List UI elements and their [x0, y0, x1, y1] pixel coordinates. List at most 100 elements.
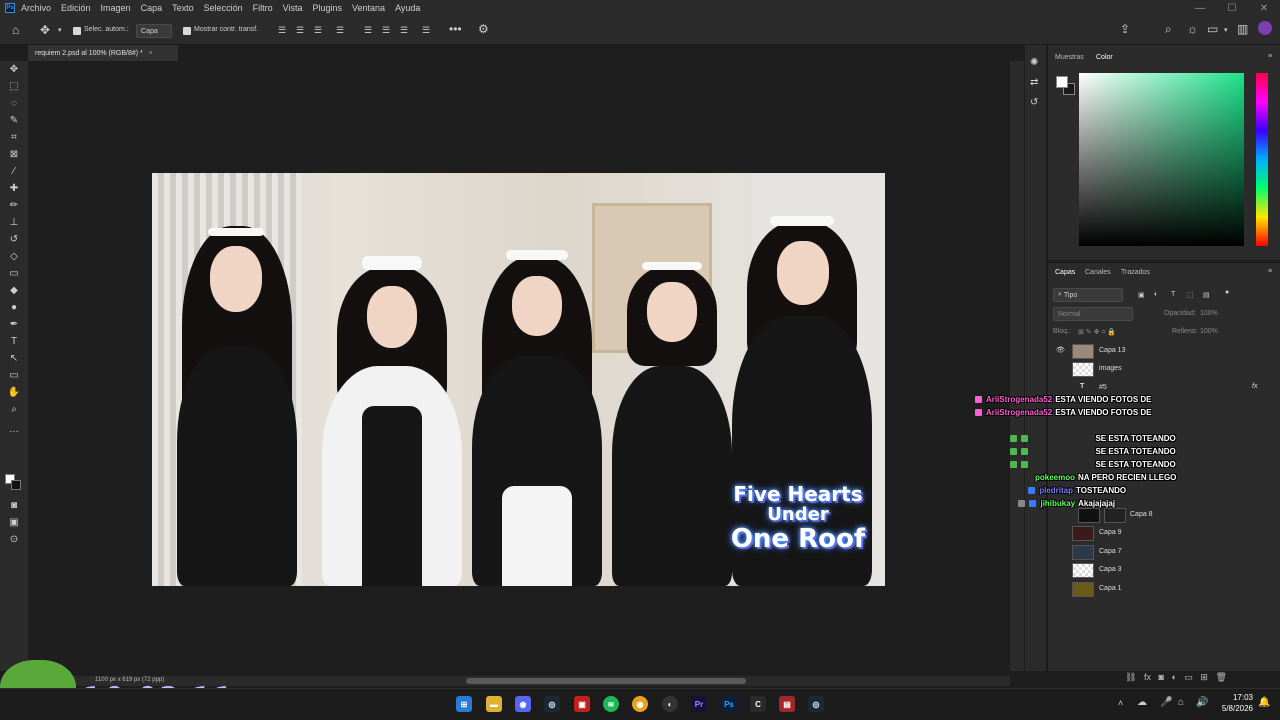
align-middle-icon[interactable]: ☰: [382, 25, 390, 36]
path-select-tool-icon[interactable]: ↖: [6, 352, 22, 366]
menu-plugins[interactable]: Plugins: [313, 3, 343, 13]
chevron-down-icon[interactable]: ▾: [58, 26, 62, 34]
blend-mode-dropdown[interactable]: Normal: [1053, 307, 1133, 321]
history-brush-tool-icon[interactable]: ↺: [6, 233, 22, 247]
menu-texto[interactable]: Texto: [172, 3, 194, 13]
dodge-tool-icon[interactable]: ●: [6, 301, 22, 315]
menu-seleccion[interactable]: Selección: [204, 3, 243, 13]
quick-mask-icon[interactable]: ◙: [6, 499, 22, 513]
system-clock[interactable]: 17:03 5/8/2026: [1215, 692, 1253, 714]
panel-menu-icon[interactable]: ≡: [1268, 53, 1272, 60]
panel-menu-icon[interactable]: ≡: [1268, 268, 1272, 275]
network-icon[interactable]: ⌂: [1178, 697, 1184, 708]
chevron-up-icon[interactable]: ˄: [1118, 698, 1123, 708]
adjust-icon[interactable]: ✺: [1030, 57, 1038, 68]
background-color-swatch[interactable]: [11, 480, 21, 490]
hue-slider[interactable]: [1256, 73, 1268, 246]
eyedropper-tool-icon[interactable]: ⁄: [6, 165, 22, 179]
search-icon[interactable]: ⌕: [1165, 22, 1172, 37]
filter-toggle-icon[interactable]: ●: [1225, 289, 1229, 296]
foreground-color-swatch[interactable]: [1056, 76, 1068, 88]
layout-icon[interactable]: ▥: [1237, 22, 1248, 36]
home-icon[interactable]: ⌂: [12, 23, 19, 37]
notification-icon[interactable]: 🔔: [1258, 697, 1270, 708]
type-tool-icon[interactable]: T: [6, 335, 22, 349]
properties-icon[interactable]: ⇄: [1030, 77, 1038, 88]
shape-tool-icon[interactable]: ▭: [6, 369, 22, 383]
volume-icon[interactable]: 🔊: [1196, 697, 1208, 708]
layer-row[interactable]: Capa 9: [1048, 525, 1268, 543]
layer-row[interactable]: Capa 1: [1048, 581, 1268, 599]
trash-icon[interactable]: 🗑: [1215, 672, 1226, 682]
microphone-icon[interactable]: 🎤: [1160, 697, 1172, 708]
healing-tool-icon[interactable]: ✚: [6, 182, 22, 196]
filter-pixel-icon[interactable]: ▣: [1138, 291, 1145, 299]
menu-ayuda[interactable]: Ayuda: [395, 3, 420, 13]
color-picker-field[interactable]: [1079, 73, 1244, 246]
layer-row[interactable]: Capa 3: [1048, 562, 1268, 580]
menu-edicion[interactable]: Edición: [61, 3, 91, 13]
auto-select-dropdown[interactable]: Capa: [136, 24, 172, 38]
steam-icon[interactable]: ◎: [544, 696, 560, 712]
menu-imagen[interactable]: Imagen: [101, 3, 131, 13]
menu-ventana[interactable]: Ventana: [352, 3, 385, 13]
steam-icon[interactable]: ◎: [808, 696, 824, 712]
horizontal-scroll-thumb[interactable]: [466, 678, 746, 684]
more-tools-icon[interactable]: …: [6, 423, 22, 437]
app-box-icon[interactable]: ▤: [779, 696, 795, 712]
filter-adjust-icon[interactable]: ◐: [1154, 291, 1158, 298]
app-tray-icon[interactable]: ☁: [1137, 697, 1147, 708]
zoom-tool-icon[interactable]: ⌕: [6, 403, 22, 417]
stamp-tool-icon[interactable]: ⊥: [6, 216, 22, 230]
fx-icon[interactable]: fx: [1144, 672, 1151, 682]
tab-muestras[interactable]: Muestras: [1055, 54, 1084, 61]
distribute-icon[interactable]: ☰: [336, 25, 344, 36]
group-icon[interactable]: ▭: [1184, 672, 1193, 682]
gear-icon[interactable]: ⚙: [478, 22, 489, 36]
obs-icon[interactable]: ◐: [662, 696, 678, 712]
discord-icon[interactable]: ◉: [515, 696, 531, 712]
filter-type-icon[interactable]: T: [1171, 291, 1175, 298]
close-tab-icon[interactable]: ×: [149, 50, 153, 57]
marquee-tool-icon[interactable]: ⬚: [6, 80, 22, 94]
chevron-down-icon[interactable]: ▾: [1224, 26, 1228, 34]
link-icon[interactable]: ⛓: [1125, 672, 1136, 682]
hand-tool-icon[interactable]: ✋: [6, 386, 22, 400]
lightbulb-icon[interactable]: ☼: [1187, 22, 1198, 36]
align-left-icon[interactable]: ☰: [278, 25, 286, 36]
layer-row[interactable]: images: [1048, 361, 1268, 379]
share-icon[interactable]: ⇪: [1120, 22, 1130, 36]
tab-canales[interactable]: Canales: [1085, 269, 1111, 276]
windows-start-icon[interactable]: ⊞: [456, 696, 472, 712]
layer-row[interactable]: 👁 Capa 13: [1048, 343, 1268, 361]
opacity-value[interactable]: 100%: [1200, 310, 1218, 317]
document-canvas[interactable]: Five Hearts Under One Roof: [152, 173, 885, 586]
pen-tool-icon[interactable]: ✒: [6, 318, 22, 332]
eraser-tool-icon[interactable]: ◇: [6, 250, 22, 264]
close-icon[interactable]: ✕: [1248, 3, 1280, 14]
align-right-icon[interactable]: ☰: [314, 25, 322, 36]
brush-tool-icon[interactable]: ✏: [6, 199, 22, 213]
lock-icons[interactable]: ⊠ ✎ ✥ ⌗ 🔒: [1078, 328, 1116, 337]
premiere-icon[interactable]: Pr: [691, 696, 707, 712]
menu-vista[interactable]: Vista: [283, 3, 303, 13]
more-options-icon[interactable]: •••: [449, 22, 462, 36]
new-layer-icon[interactable]: ⊞: [1200, 672, 1208, 682]
edit-toolbar-icon[interactable]: ⊙: [6, 533, 22, 547]
distribute-vertical-icon[interactable]: ☰: [422, 25, 430, 36]
align-top-icon[interactable]: ☰: [364, 25, 372, 36]
photoshop-taskbar-icon[interactable]: Ps: [721, 696, 737, 712]
tab-capas[interactable]: Capas: [1055, 269, 1075, 276]
fill-value[interactable]: 100%: [1200, 328, 1218, 335]
frame-tool-icon[interactable]: ⊠: [6, 148, 22, 162]
minimize-icon[interactable]: —: [1184, 3, 1216, 14]
maximize-icon[interactable]: ☐: [1216, 3, 1248, 14]
tab-color[interactable]: Color: [1096, 54, 1113, 61]
layer-row[interactable]: Capa 8: [1048, 507, 1268, 525]
file-explorer-icon[interactable]: ▬: [486, 696, 502, 712]
menu-archivo[interactable]: Archivo: [21, 3, 51, 13]
menu-filtro[interactable]: Filtro: [253, 3, 273, 13]
blur-tool-icon[interactable]: ◆: [6, 284, 22, 298]
quick-select-tool-icon[interactable]: ✎: [6, 114, 22, 128]
filter-smart-icon[interactable]: ▤: [1203, 291, 1210, 299]
